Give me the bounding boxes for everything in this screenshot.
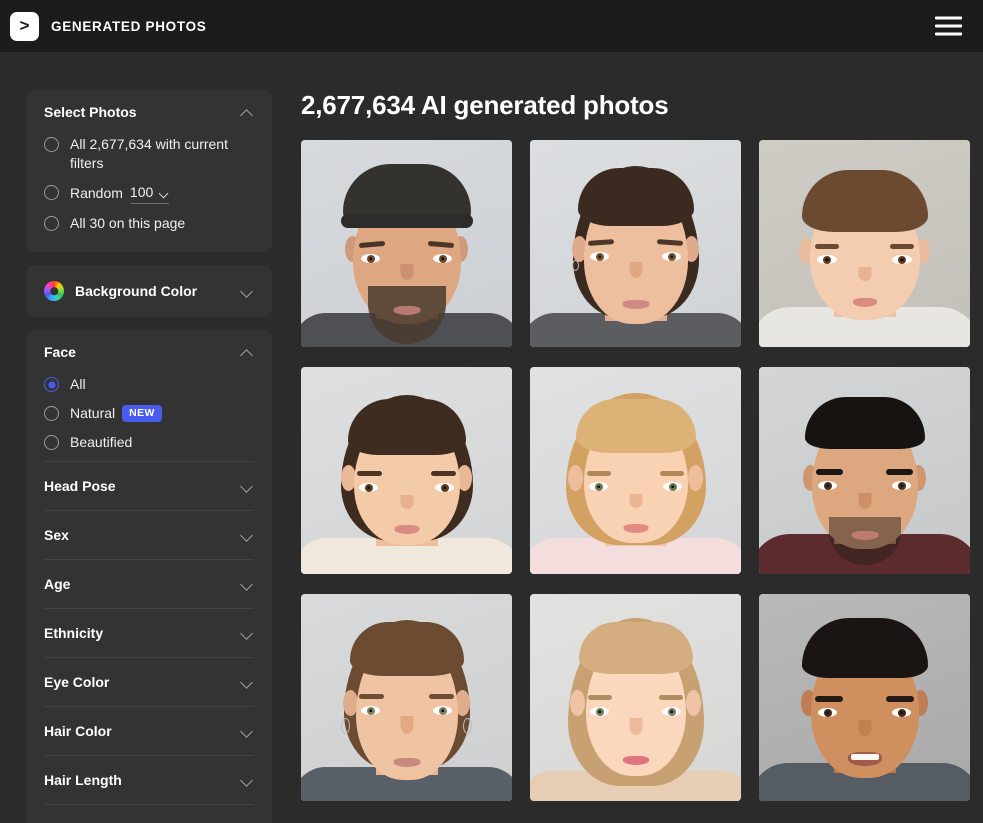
- select-photos-options: All 2,677,634 with current filters Rando…: [44, 130, 254, 252]
- sidebar-section-head-pose[interactable]: Head Pose: [44, 461, 254, 510]
- generated-portrait: [759, 594, 970, 801]
- generated-portrait: [759, 367, 970, 574]
- section-label: Hair Color: [44, 723, 112, 739]
- chevron-down-icon[interactable]: [241, 482, 254, 490]
- sidebar-section-hair-length[interactable]: Hair Length: [44, 755, 254, 804]
- chevron-down-icon[interactable]: [241, 580, 254, 588]
- photo-gallery-main: 2,677,634 AI generated photos: [298, 90, 983, 823]
- hamburger-bar: [935, 16, 962, 20]
- chevron-down-icon[interactable]: [241, 776, 254, 784]
- photo-card[interactable]: [759, 594, 970, 801]
- radio-option-random[interactable]: Random 100: [44, 178, 254, 209]
- radio-option-face-natural[interactable]: Natural NEW: [44, 399, 254, 428]
- chevron-up-icon[interactable]: [241, 348, 254, 356]
- option-text: All: [70, 376, 86, 392]
- background-color-header[interactable]: Background Color: [44, 265, 254, 317]
- chevron-down-icon[interactable]: [159, 190, 169, 196]
- section-label: Age: [44, 576, 71, 592]
- filters-sidebar: Select Photos All 2,677,634 with current…: [26, 90, 272, 823]
- radio-indicator[interactable]: [44, 185, 59, 200]
- section-label: Eye Color: [44, 674, 110, 690]
- generated-portrait: [301, 140, 512, 347]
- sidebar-section-emotion[interactable]: Emotion: [44, 804, 254, 823]
- option-text: All 30 on this page: [70, 215, 186, 231]
- random-count-dropdown[interactable]: 100: [129, 183, 170, 204]
- photo-card[interactable]: [759, 140, 970, 347]
- sidebar-section-eye-color[interactable]: Eye Color: [44, 657, 254, 706]
- radio-indicator-selected[interactable]: [44, 377, 59, 392]
- panel-title: Face: [44, 344, 76, 360]
- radio-indicator[interactable]: [44, 435, 59, 450]
- chevron-down-icon[interactable]: [241, 678, 254, 686]
- radio-indicator[interactable]: [44, 406, 59, 421]
- generated-portrait: [301, 594, 512, 801]
- photo-card[interactable]: [530, 367, 741, 574]
- option-text: Natural: [70, 405, 116, 421]
- brand[interactable]: > GENERATED PHOTOS: [10, 11, 207, 41]
- chevron-up-icon[interactable]: [241, 108, 254, 116]
- section-label: Sex: [44, 527, 69, 543]
- photo-card[interactable]: [530, 140, 741, 347]
- radio-option-label: All 30 on this page: [70, 214, 185, 233]
- radio-option-label: Natural NEW: [70, 404, 162, 423]
- radio-option-label: Random 100: [70, 183, 170, 204]
- photo-card[interactable]: [301, 367, 512, 574]
- panel-title: Background Color: [75, 283, 198, 299]
- radio-option-face-beautified[interactable]: Beautified: [44, 428, 254, 457]
- chevron-down-icon[interactable]: [241, 727, 254, 735]
- panel-face-and-attributes: Face All Natural NEW Beautified Head Pos…: [26, 330, 272, 823]
- chevron-down-icon[interactable]: [241, 287, 254, 295]
- panel-title: Select Photos: [44, 104, 137, 120]
- generated-portrait: [530, 594, 741, 801]
- page-title: 2,677,634 AI generated photos: [301, 90, 669, 120]
- page-body: Select Photos All 2,677,634 with current…: [0, 52, 983, 823]
- chevron-down-icon[interactable]: [241, 531, 254, 539]
- hamburger-bar: [935, 24, 962, 28]
- chevron-down-icon[interactable]: [241, 629, 254, 637]
- generated-portrait: [759, 140, 970, 347]
- option-text: Beautified: [70, 434, 133, 450]
- generated-portrait: [301, 367, 512, 574]
- radio-option-all-on-page[interactable]: All 30 on this page: [44, 209, 254, 238]
- section-label: Ethnicity: [44, 625, 104, 641]
- hamburger-menu-icon[interactable]: [935, 16, 962, 36]
- hamburger-bar: [935, 32, 962, 36]
- radio-option-face-all[interactable]: All: [44, 370, 254, 399]
- select-photos-header[interactable]: Select Photos: [44, 90, 254, 130]
- option-text: Random: [70, 185, 123, 201]
- section-label: Hair Length: [44, 772, 122, 788]
- panel-select-photos: Select Photos All 2,677,634 with current…: [26, 90, 272, 252]
- sidebar-section-age[interactable]: Age: [44, 559, 254, 608]
- photo-grid: [301, 140, 983, 801]
- chevron-right-logo-icon: >: [10, 11, 39, 41]
- color-wheel-icon: [44, 281, 64, 301]
- sidebar-section-ethnicity[interactable]: Ethnicity: [44, 608, 254, 657]
- radio-option-all-with-filters[interactable]: All 2,677,634 with current filters: [44, 130, 254, 178]
- random-count-value: 100: [129, 184, 154, 200]
- status-badge-new: NEW: [122, 405, 162, 422]
- radio-indicator[interactable]: [44, 137, 59, 152]
- radio-option-label: All: [70, 375, 86, 394]
- radio-option-label: Beautified: [70, 433, 132, 452]
- app-header: > GENERATED PHOTOS: [0, 0, 983, 52]
- generated-portrait: [530, 140, 741, 347]
- generated-portrait: [530, 367, 741, 574]
- radio-indicator[interactable]: [44, 216, 59, 231]
- sidebar-section-sex[interactable]: Sex: [44, 510, 254, 559]
- photo-card[interactable]: [301, 594, 512, 801]
- section-label: Head Pose: [44, 478, 116, 494]
- photo-card[interactable]: [530, 594, 741, 801]
- option-text: All 2,677,634 with current filters: [70, 136, 228, 171]
- brand-name: GENERATED PHOTOS: [51, 18, 207, 34]
- sidebar-section-hair-color[interactable]: Hair Color: [44, 706, 254, 755]
- face-options: All Natural NEW Beautified: [44, 370, 254, 461]
- photo-card[interactable]: [759, 367, 970, 574]
- face-header[interactable]: Face: [44, 330, 254, 370]
- photo-card[interactable]: [301, 140, 512, 347]
- radio-option-label: All 2,677,634 with current filters: [70, 135, 246, 173]
- panel-background-color: Background Color: [26, 265, 272, 317]
